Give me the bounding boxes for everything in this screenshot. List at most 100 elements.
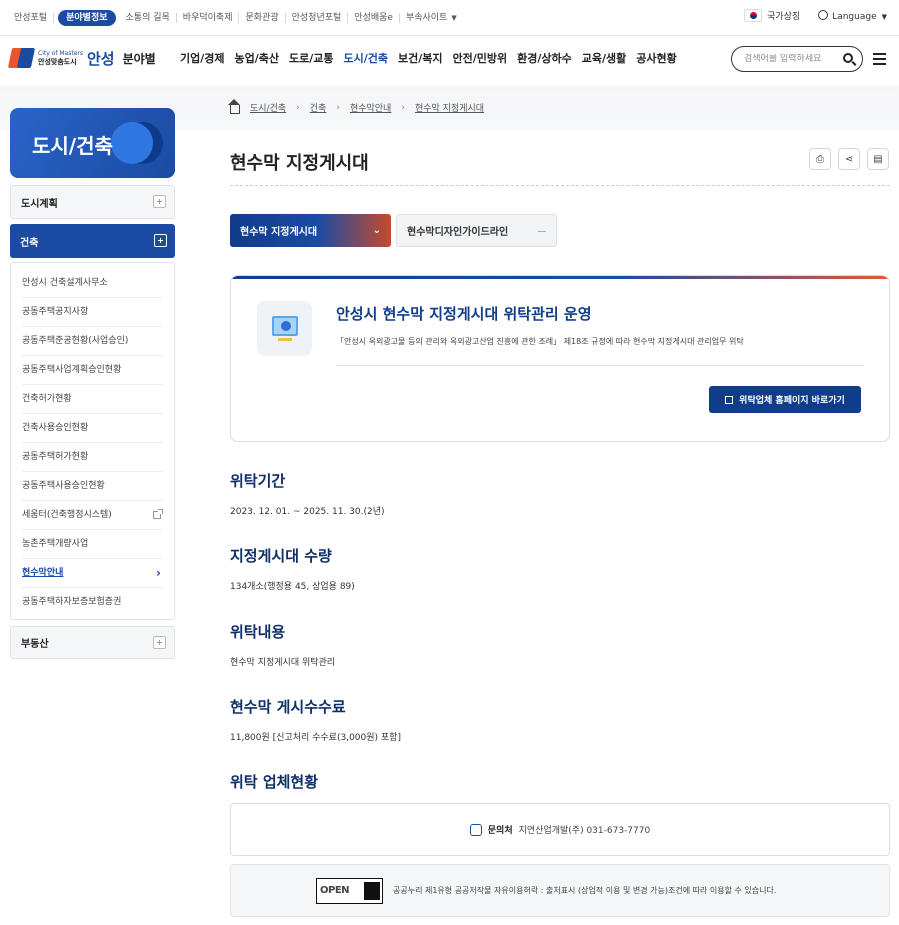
card-text: 「안성시 옥외광고물 등의 관리와 옥외광고산업 진흥에 관한 조례」 제18조… bbox=[336, 337, 744, 346]
nav-construction[interactable]: 공사현황 bbox=[636, 50, 676, 66]
dash-icon bbox=[538, 231, 546, 232]
nav-transport[interactable]: 도로/교통 bbox=[289, 50, 334, 66]
utility-link-learning[interactable]: 안성배움e bbox=[348, 12, 400, 23]
card-heading: 안성시 현수막 지정게시대 위탁관리 운영 bbox=[336, 305, 592, 323]
nav-urban-architecture[interactable]: 도시/건축 bbox=[344, 50, 389, 66]
utility-links: 안성포털 분야별정보 소통의 길목 바우덕이축제 문화관광 안성청년포털 안성배… bbox=[8, 9, 463, 26]
sidebar-item[interactable]: 공동주택공지사항 bbox=[22, 298, 163, 327]
logo-name: 안성 bbox=[86, 49, 115, 68]
sidebar-item[interactable]: 공동주택사용승인현황 bbox=[22, 472, 163, 501]
nav-welfare[interactable]: 보건/복지 bbox=[398, 50, 443, 66]
external-link-icon bbox=[725, 395, 734, 404]
utility-link-culture[interactable]: 문화관광 bbox=[239, 12, 286, 23]
sidebar-item[interactable]: 공동주택준공현황(사업승인) bbox=[22, 327, 163, 356]
plus-icon bbox=[153, 195, 166, 208]
page-title: 현수막 지정게시대 bbox=[230, 153, 369, 174]
page-tools: ⎙ ⋖ ▤ bbox=[809, 148, 889, 170]
chevron-right-icon: › bbox=[156, 566, 161, 580]
sidebar-group-real-estate[interactable]: 부동산 bbox=[10, 626, 175, 659]
section-text-period: 2023. 12. 01. ~ 2025. 11. 30.(2년) bbox=[230, 507, 385, 517]
sidebar-item-seumteo[interactable]: 세움터(건축행정시스템) bbox=[22, 501, 163, 530]
caret-down-icon: ▼ bbox=[451, 13, 457, 22]
tab-design-guideline[interactable]: 현수막디자인가이드라인 bbox=[396, 214, 557, 247]
share-icon[interactable]: ⋖ bbox=[838, 148, 860, 170]
attribution-icon bbox=[364, 881, 380, 900]
license-box: OPEN 공공누리 제1유형 공공저작물 자유이용허락 : 출처표시 (상업적 … bbox=[230, 864, 890, 917]
section-heading-vendor: 위탁 업체현황 bbox=[230, 773, 319, 791]
home-icon[interactable] bbox=[228, 98, 240, 114]
utility-link-communication[interactable]: 소통의 길목 bbox=[120, 12, 177, 23]
section-text-quantity: 134개소(행정용 45, 상업용 89) bbox=[230, 582, 355, 592]
utility-link-youth[interactable]: 안성청년포털 bbox=[286, 12, 349, 23]
utility-link-field-info[interactable]: 분야별정보 bbox=[58, 9, 116, 26]
chevron-right-icon: › bbox=[296, 102, 300, 113]
vendor-homepage-button[interactable]: 위탁업체 홈페이지 바로가기 bbox=[709, 386, 861, 413]
sidebar-item-banner-guide[interactable]: 현수막안내 › bbox=[22, 559, 163, 588]
site-logo[interactable]: City of Masters 안성맞춤도시 안성 분야별 bbox=[7, 46, 156, 70]
breadcrumb-item[interactable]: 건축 bbox=[310, 101, 327, 114]
contact-box: 문의처 지연산업개발(주) 031-673-7770 bbox=[230, 803, 890, 856]
section-text-fee: 11,800원 [신고처리 수수료(3,000원) 포함] bbox=[230, 733, 401, 743]
contact-value: 지연산업개발(주) 031-673-7770 bbox=[518, 826, 651, 836]
plus-icon bbox=[153, 636, 166, 649]
monitor-check-icon bbox=[257, 301, 312, 356]
chevron-right-icon: › bbox=[401, 102, 405, 113]
section-heading-content: 위탁내용 bbox=[230, 623, 286, 641]
site-header: City of Masters 안성맞춤도시 안성 분야별 기업/경제 농업/축… bbox=[0, 36, 899, 86]
language-button[interactable]: Language ▼ bbox=[818, 9, 887, 22]
card-divider bbox=[336, 365, 864, 366]
national-symbol-link[interactable]: 국가상징 bbox=[744, 9, 800, 22]
content-tabs: 현수막 지정게시대 ⌄ 현수막디자인가이드라인 bbox=[230, 214, 557, 247]
kogl-badge: OPEN bbox=[316, 877, 383, 904]
sidebar-item[interactable]: 안성시 건축설계사무소 bbox=[22, 269, 163, 298]
globe-icon bbox=[818, 9, 829, 20]
nav-education[interactable]: 교육/생활 bbox=[582, 50, 627, 66]
breadcrumb: 도시/건축 › 건축 › 현수막안내 › 현수막 지정게시대 bbox=[228, 98, 484, 114]
decorative-circle-icon bbox=[111, 122, 153, 164]
contact-label: 문의처 bbox=[487, 826, 513, 836]
sidebar-group-architecture[interactable]: 건축 bbox=[10, 224, 175, 258]
menu-icon[interactable] bbox=[873, 53, 886, 65]
tab-banner-board[interactable]: 현수막 지정게시대 ⌄ bbox=[230, 214, 391, 247]
printer-icon[interactable]: ▤ bbox=[867, 148, 889, 170]
search-input[interactable] bbox=[744, 54, 840, 64]
sidebar-sub-list: 안성시 건축설계사무소 공동주택공지사항 공동주택준공현황(사업승인) 공동주택… bbox=[10, 262, 175, 620]
utility-link-portal[interactable]: 안성포털 bbox=[8, 12, 55, 23]
sidebar-item[interactable]: 공동주택사업계획승인현황 bbox=[22, 356, 163, 385]
breadcrumb-item[interactable]: 현수막 지정게시대 bbox=[415, 101, 484, 114]
section-heading-fee: 현수막 게시수수료 bbox=[230, 698, 346, 716]
korea-flag-icon bbox=[744, 9, 763, 22]
phone-icon bbox=[469, 823, 482, 836]
breadcrumb-item[interactable]: 도시/건축 bbox=[250, 101, 286, 114]
sidebar-title: 도시/건축 bbox=[32, 134, 113, 158]
search-icon[interactable] bbox=[843, 53, 853, 63]
sidebar-item[interactable]: 건축허가현황 bbox=[22, 385, 163, 414]
plus-icon bbox=[154, 234, 167, 247]
nav-agriculture[interactable]: 농업/축산 bbox=[235, 50, 280, 66]
nav-safety[interactable]: 안전/민방위 bbox=[453, 50, 508, 66]
external-link-icon bbox=[153, 509, 163, 519]
sidebar-group-urban-planning[interactable]: 도시계획 bbox=[10, 185, 175, 219]
info-card: 안성시 현수막 지정게시대 위탁관리 운영 「안성시 옥외광고물 등의 관리와 … bbox=[230, 275, 890, 442]
utility-link-festival[interactable]: 바우덕이축제 bbox=[177, 12, 240, 23]
sidebar-item[interactable]: 공동주택하자보증보험증권 bbox=[22, 588, 163, 617]
nav-business[interactable]: 기업/경제 bbox=[180, 50, 225, 66]
search-box bbox=[731, 46, 863, 72]
utility-right: 국가상징 Language ▼ bbox=[744, 9, 887, 22]
section-heading-period: 위탁기간 bbox=[230, 472, 286, 490]
caret-down-icon: ▼ bbox=[881, 12, 887, 21]
print-icon[interactable]: ⎙ bbox=[809, 148, 831, 170]
sidebar-item[interactable]: 농촌주택개량사업 bbox=[22, 530, 163, 559]
section-heading-quantity: 지정게시대 수량 bbox=[230, 547, 332, 565]
breadcrumb-item[interactable]: 현수막안내 bbox=[350, 101, 391, 114]
license-text: 공공누리 제1유형 공공저작물 자유이용허락 : 출처표시 (상업적 이용 및 … bbox=[393, 886, 777, 895]
sidebar-item[interactable]: 건축사용승인현황 bbox=[22, 414, 163, 443]
sidebar-item[interactable]: 공동주택허가현황 bbox=[22, 443, 163, 472]
logo-tagline: City of Masters 안성맞춤도시 bbox=[38, 50, 83, 66]
utility-link-subsites[interactable]: 부속사이트 ▼ bbox=[400, 13, 463, 23]
anseong-logo-icon bbox=[7, 46, 36, 70]
nav-environment[interactable]: 환경/상하수 bbox=[517, 50, 572, 66]
sidebar-title-banner: 도시/건축 bbox=[10, 108, 175, 178]
title-divider bbox=[230, 185, 890, 186]
logo-subtitle: 분야별 bbox=[122, 51, 156, 66]
